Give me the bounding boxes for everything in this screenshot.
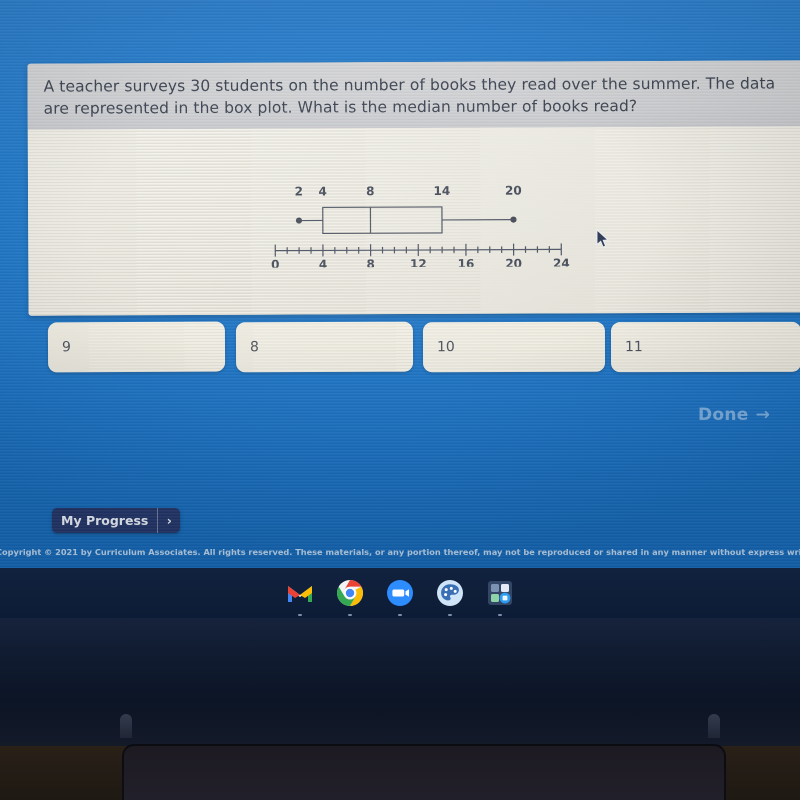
- copyright-notice: Copyright © 2021 by Curriculum Associate…: [0, 547, 800, 557]
- box-plot-figure: 0 4 8 12 16 20 24 2 4 8 14 20: [263, 161, 573, 268]
- answer-options-group: 9 8 10 11: [47, 321, 800, 374]
- running-indicator-dot: [448, 614, 452, 616]
- answer-option-0[interactable]: 9: [47, 321, 226, 373]
- taskbar-icons: [0, 568, 800, 618]
- chrome-icon[interactable]: [334, 577, 366, 616]
- svg-text:4: 4: [319, 257, 327, 267]
- svg-text:0: 0: [271, 258, 279, 268]
- svg-text:20: 20: [505, 257, 522, 268]
- laptop-screen: A teacher surveys 30 students on the num…: [0, 0, 800, 568]
- answer-option-2[interactable]: 10: [422, 321, 606, 373]
- svg-text:4: 4: [318, 184, 326, 198]
- gmail-icon[interactable]: [284, 577, 316, 616]
- svg-text:24: 24: [553, 256, 570, 267]
- mouse-cursor-icon: [596, 228, 610, 254]
- svg-text:20: 20: [505, 184, 522, 198]
- app-grid-icon[interactable]: [484, 577, 516, 616]
- done-button-label: Done: [698, 405, 749, 425]
- laptop-deck-lip: [122, 744, 726, 800]
- zoom-icon[interactable]: [384, 577, 416, 616]
- svg-text:8: 8: [366, 257, 374, 267]
- answer-option-label: 11: [624, 339, 643, 356]
- done-button[interactable]: Done →: [698, 405, 770, 425]
- my-progress-button[interactable]: My Progress ›: [52, 508, 181, 533]
- running-indicator-dot: [498, 614, 502, 616]
- answer-option-3[interactable]: 11: [610, 321, 800, 373]
- hinge-nub-right: [708, 714, 720, 738]
- hinge-nub-left: [120, 714, 132, 738]
- svg-text:16: 16: [458, 257, 475, 268]
- laptop-photo-screenshot: A teacher surveys 30 students on the num…: [0, 0, 800, 800]
- running-indicator-dot: [398, 614, 402, 616]
- svg-text:12: 12: [410, 257, 427, 268]
- running-indicator-dot: [348, 614, 352, 616]
- palette-icon[interactable]: [434, 577, 466, 616]
- answer-option-label: 8: [249, 339, 259, 356]
- arrow-right-icon: →: [755, 404, 771, 425]
- answer-option-label: 10: [436, 339, 455, 356]
- answer-option-1[interactable]: 8: [235, 321, 414, 373]
- svg-text:8: 8: [366, 184, 374, 198]
- svg-text:2: 2: [295, 185, 303, 199]
- question-text: A teacher surveys 30 students on the num…: [43, 74, 776, 118]
- taskbar: [0, 568, 800, 618]
- box-plot-svg: 0 4 8 12 16 20 242 4 8 14 20: [271, 184, 570, 268]
- running-indicator-dot: [298, 614, 302, 616]
- my-progress-label: My Progress: [61, 513, 149, 528]
- laptop-bezel: [0, 618, 800, 800]
- answer-option-label: 9: [61, 339, 71, 356]
- svg-text:14: 14: [433, 184, 450, 198]
- question-card: A teacher surveys 30 students on the num…: [27, 60, 800, 316]
- chevron-right-icon: ›: [166, 513, 172, 528]
